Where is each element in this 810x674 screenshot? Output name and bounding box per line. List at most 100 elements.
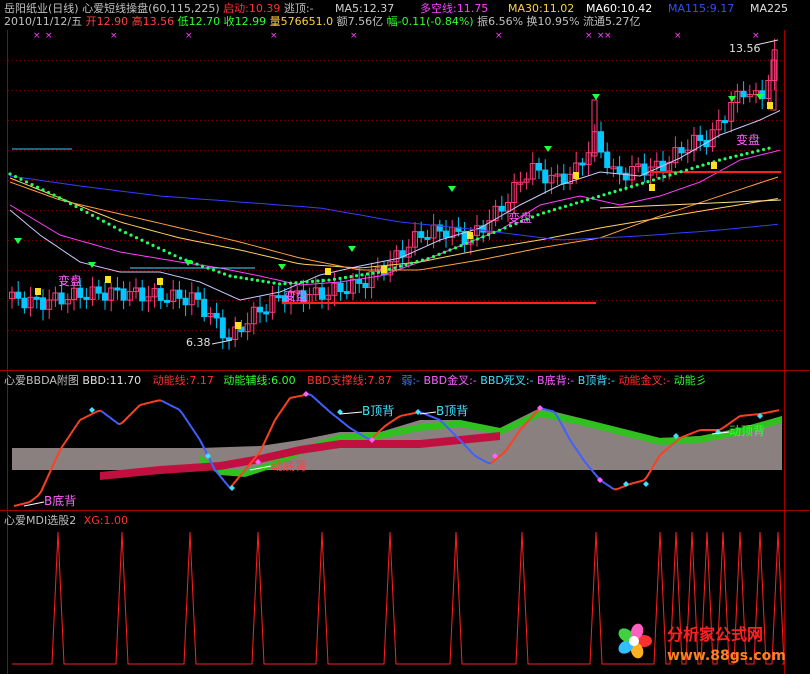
bbd-line-segment (298, 394, 303, 398)
candle-body (157, 288, 164, 301)
dotted-trail-dot (327, 278, 331, 282)
candle-body (195, 292, 201, 300)
dotted-trail-dot (580, 199, 584, 203)
info-high: 高13.56 (131, 15, 175, 28)
dotted-trail-dot (195, 262, 199, 266)
candle-body (40, 297, 46, 310)
yellow-square-marker (711, 162, 717, 169)
dotted-trail-dot (701, 163, 705, 167)
bbd-line-segment (550, 409, 555, 413)
dotted-trail-dot (552, 208, 557, 212)
ma5-label: MA5:12.37 (335, 2, 395, 15)
bbd-line-segment (694, 429, 699, 433)
dotted-trail-dot (74, 204, 78, 209)
dotted-trail-dot (481, 235, 485, 239)
bbd-line-segment (772, 409, 777, 413)
dotted-trail-dot (145, 241, 150, 245)
info-close: 收12.99 (223, 15, 267, 28)
dotted-trail-dot (321, 278, 326, 283)
bbd-line-segment (22, 502, 27, 505)
dotted-trail-dot (591, 196, 595, 200)
bbd-line-segment (142, 402, 147, 406)
dotted-trail-dot (745, 151, 749, 156)
dotted-trail-dot (536, 213, 540, 217)
dotted-trail-dot (151, 243, 155, 247)
bbd-line-segment (547, 409, 552, 412)
candle-body (257, 306, 263, 313)
bbd-line-segment (139, 403, 144, 406)
bbd-line-segment (475, 455, 480, 459)
candle-body (740, 90, 747, 98)
b-top-label-1: B顶背 (362, 404, 395, 418)
info-change: 幅-0.11(-0.84%) (386, 15, 474, 28)
b-bottom-label: B底背 (44, 494, 77, 508)
candle-body (362, 282, 369, 289)
dotted-trail-dot (602, 193, 606, 197)
dotted-trail-dot (63, 199, 67, 203)
dotted-trail-dot (739, 153, 744, 157)
dotted-trail-dot (365, 272, 370, 276)
dotted-trail-dot (41, 188, 45, 192)
sub2-name: 心爱MDI选股2 (4, 514, 77, 527)
sub1-bbd: BBD:11.70 (82, 374, 142, 387)
dotted-trail-dot (294, 281, 298, 285)
dotted-trail-dot (261, 279, 265, 283)
dotted-trail-dot (387, 267, 392, 271)
candle-body (176, 289, 183, 299)
chart-window: × × × × × × × × × × × × 岳阳纸业(日线) 心爱短线操盘(60,115,225)… (0, 0, 810, 674)
b-top-label-2: B顶背 (436, 404, 469, 418)
bbd-line-segment (397, 414, 402, 419)
bbd-line-segment (484, 460, 489, 464)
sub2-header: 心爱MDI选股2 XG:1.00 (4, 514, 128, 527)
bbd-line-segment (172, 405, 177, 409)
candle-body (343, 291, 350, 295)
sub1-energy: 动能线:7.17 (152, 374, 214, 387)
dotted-trail-dot (167, 251, 172, 255)
dotted-trail-dot (255, 278, 260, 282)
info-volume: 量576651.0 (269, 15, 334, 28)
candle-body (498, 205, 505, 212)
dotted-trail-dot (453, 246, 458, 250)
dotted-trail-dot (437, 252, 441, 256)
bbd-line-segment (763, 411, 768, 415)
yellow-square-marker (767, 102, 773, 109)
dotted-trail-dot (233, 275, 238, 279)
sub2-xg: XG:1.00 (83, 514, 128, 527)
candle-body (443, 230, 449, 238)
candle-body (542, 169, 549, 184)
top-x-mark: × (604, 31, 612, 41)
bbd-line-segment (289, 396, 294, 399)
dotted-trail-dot (19, 177, 23, 181)
top-x-mark: × (110, 31, 118, 41)
dotted-trail-dot (90, 213, 95, 217)
top-x-mark: × (270, 31, 278, 41)
bbd-line-segment (94, 410, 99, 414)
chart-canvas[interactable]: × × × × × × × × × × × × (0, 0, 810, 674)
startup-label: 启动:10.39 (223, 2, 281, 15)
sub1-energy-more: 动能彡 (673, 374, 707, 387)
energy-top-label: 动顶背 (729, 424, 766, 438)
dotted-trail-dot (200, 264, 205, 268)
info-low: 低12.70 (177, 15, 221, 28)
bbd-line-segment (412, 411, 417, 415)
dotted-trail-dot (173, 254, 177, 258)
info-amplitude: 振6.56% (477, 15, 524, 28)
ma60-label: MA60:10.42 (586, 2, 653, 15)
dotted-trail-dot (129, 233, 133, 237)
bbd-line-segment (619, 485, 624, 489)
top-x-mark: × (674, 31, 682, 41)
candle-body (102, 292, 108, 301)
bbd-line-segment (25, 501, 30, 504)
candle-body (120, 288, 127, 301)
change-plate-label-2: 变盘 (284, 289, 309, 303)
bbd-line-segment (691, 431, 696, 435)
bbd-line-segment (478, 457, 483, 461)
bbd-line-segment (151, 400, 156, 403)
bbd-line-segment (640, 479, 645, 483)
top-x-mark: × (350, 31, 358, 41)
bbd-line-segment (436, 417, 441, 421)
candle-body (201, 298, 208, 318)
candle-body (604, 151, 611, 169)
dotted-trail-dot (541, 211, 546, 215)
dotted-trail-dot (13, 175, 18, 179)
